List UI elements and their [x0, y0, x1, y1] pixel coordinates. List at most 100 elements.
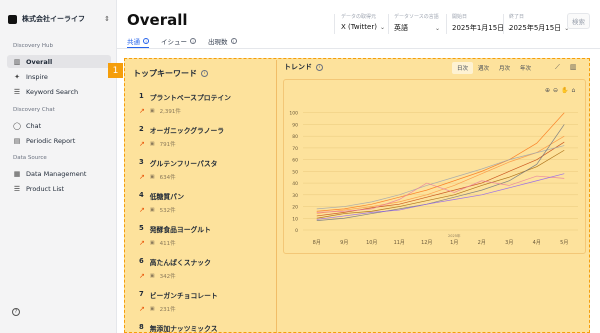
keyword-name: 低糖質パン: [149, 193, 185, 201]
y-tick-label: 80: [292, 134, 298, 140]
y-tick-label: 20: [292, 205, 298, 211]
keyword-item[interactable]: 2 オーガニックグラノーラ ↗ ▣ 791件: [139, 125, 269, 149]
keyword-count: 231件: [159, 307, 176, 313]
trend-up-icon: ↗: [139, 272, 145, 280]
language-select[interactable]: データソースの言語 英語 ⌄: [394, 13, 440, 35]
database-icon: ▦: [13, 169, 21, 178]
chat-icon: ◯: [13, 121, 21, 130]
document-icon: ▣: [149, 207, 155, 213]
filter-label: データの取得元: [341, 14, 377, 20]
tab-occurrences[interactable]: 出現数 i: [208, 34, 237, 48]
keyword-item[interactable]: 6 高たんぱくスナック ↗ ▣ 342件: [139, 257, 269, 281]
sidebar-item-chat[interactable]: ◯ Chat: [7, 119, 111, 132]
data-source-select[interactable]: データの取得元 X (Twitter) ⌄: [341, 13, 385, 35]
keyword-rank: 2: [139, 125, 144, 133]
keyword-rank: 6: [139, 257, 144, 265]
zoom-out-icon[interactable]: ⊖: [553, 87, 558, 94]
keyword-count: 2,391件: [159, 109, 181, 115]
bar-chart-icon: ▥: [13, 57, 21, 66]
x-year-label: 2025年: [448, 233, 461, 238]
sidebar-item-periodic-report[interactable]: ▤ Periodic Report: [7, 134, 111, 147]
pan-hand-icon[interactable]: ✋: [561, 87, 568, 94]
divider: [334, 14, 335, 34]
document-icon: ▣: [149, 306, 155, 312]
keyword-rank: 7: [139, 290, 144, 298]
keyword-name: グルテンフリーパスタ: [149, 160, 218, 168]
line-chart-icon[interactable]: ⟋: [555, 63, 560, 72]
y-tick-label: 90: [292, 122, 298, 128]
info-icon[interactable]: i: [316, 63, 323, 71]
section-label-discovery-hub: Discovery Hub: [13, 43, 54, 49]
x-tick-label: 2月: [478, 240, 486, 246]
keyword-name: 発酵食品ヨーグルト: [149, 226, 211, 234]
x-tick-label: 9月: [340, 240, 348, 246]
period-toggle: 日次 週次 月次 年次: [452, 62, 536, 74]
keyword-item[interactable]: 8 無添加ナッツミックス: [139, 323, 269, 333]
filter-value: 2025年5月15日: [509, 24, 562, 32]
divider: [388, 14, 389, 34]
keyword-rank: 8: [139, 323, 144, 331]
trend-panel-title: トレンド i: [284, 62, 323, 72]
keyword-count: 342件: [159, 274, 176, 280]
sidebar-item-label: Product List: [26, 184, 65, 193]
sidebar-item-inspire[interactable]: ✦ Inspire: [7, 70, 111, 83]
filter-value: X (Twitter): [341, 23, 377, 31]
company-switcher[interactable]: 株式会社イーライフ ⇕: [8, 10, 110, 28]
period-weekly[interactable]: 週次: [473, 62, 494, 74]
home-icon[interactable]: ⌂: [572, 87, 576, 94]
company-name: 株式会社イーライフ: [22, 15, 85, 23]
keyword-name: 高たんぱくスナック: [149, 259, 211, 267]
sidebar-item-keyword-search[interactable]: ☰ Keyword Search: [7, 85, 111, 98]
tab-label: 出現数: [208, 38, 228, 46]
bar-chart-icon[interactable]: ▥: [570, 63, 577, 72]
search-button[interactable]: 検索: [567, 13, 590, 29]
keyword-item[interactable]: 7 ビーガンチョコレート ↗ ▣ 231件: [139, 290, 269, 314]
tab-common[interactable]: 共通 i: [127, 34, 149, 48]
sidebar-item-data-management[interactable]: ▦ Data Management: [7, 167, 111, 180]
divider: [446, 14, 447, 34]
keyword-item[interactable]: 4 低糖質パン ↗ ▣ 532件: [139, 191, 269, 215]
keyword-count: 411件: [159, 241, 176, 247]
sidebar-item-label: Chat: [26, 121, 42, 130]
keyword-count: 634件: [159, 175, 176, 181]
keyword-item[interactable]: 5 発酵食品ヨーグルト ↗ ▣ 411件: [139, 224, 269, 248]
tab-underline: [117, 48, 600, 49]
keyword-item[interactable]: 1 プラントベースプロテイン ↗ ▣ 2,391件: [139, 92, 269, 116]
trend-up-icon: ↗: [139, 206, 145, 214]
trend-up-icon: ↗: [139, 239, 145, 247]
keyword-rank: 5: [139, 224, 144, 232]
sidebar: 株式会社イーライフ ⇕ Discovery Hub ▥ Overall ✦ In…: [0, 0, 117, 333]
document-icon: ▣: [149, 240, 155, 246]
zoom-in-icon[interactable]: ⊕: [545, 87, 550, 94]
info-icon: i: [143, 37, 149, 44]
filter-value: 英語: [394, 24, 408, 32]
end-date-picker[interactable]: 終了日 2025年5月15日 ⌄: [509, 13, 569, 35]
keyword-count: 532件: [159, 208, 176, 214]
sidebar-item-product-list[interactable]: ☰ Product List: [7, 182, 111, 195]
list-icon: ☰: [13, 184, 21, 193]
period-monthly[interactable]: 月次: [494, 62, 515, 74]
x-tick-label: 5月: [560, 240, 568, 246]
section-label-discovery-chat: Discovery Chat: [13, 107, 55, 113]
filter-label: 終了日: [509, 14, 525, 20]
x-tick-label: 11月: [394, 240, 405, 246]
info-icon[interactable]: i: [201, 70, 208, 77]
y-tick-label: 40: [292, 181, 298, 187]
tab-issue[interactable]: イシュー i: [161, 34, 196, 48]
help-icon[interactable]: ?: [12, 308, 20, 316]
sidebar-item-label: Overall: [26, 57, 53, 66]
trend-up-icon: ↗: [139, 107, 145, 115]
keyword-rank: 1: [139, 92, 144, 100]
keyword-item[interactable]: 3 グルテンフリーパスタ ↗ ▣ 634件: [139, 158, 269, 182]
period-daily[interactable]: 日次: [452, 62, 474, 74]
panel-divider: [276, 60, 277, 333]
step-badge: 1: [108, 63, 123, 78]
app-window: 株式会社イーライフ ⇕ Discovery Hub ▥ Overall ✦ In…: [0, 0, 600, 333]
period-yearly[interactable]: 年次: [515, 62, 536, 74]
sidebar-item-overall[interactable]: ▥ Overall: [7, 55, 111, 68]
info-icon: i: [230, 38, 237, 44]
y-tick-label: 30: [292, 193, 298, 199]
document-icon: ▣: [149, 273, 155, 279]
sidebar-item-label: Keyword Search: [26, 87, 79, 96]
tab-label: イシュー: [161, 38, 187, 46]
